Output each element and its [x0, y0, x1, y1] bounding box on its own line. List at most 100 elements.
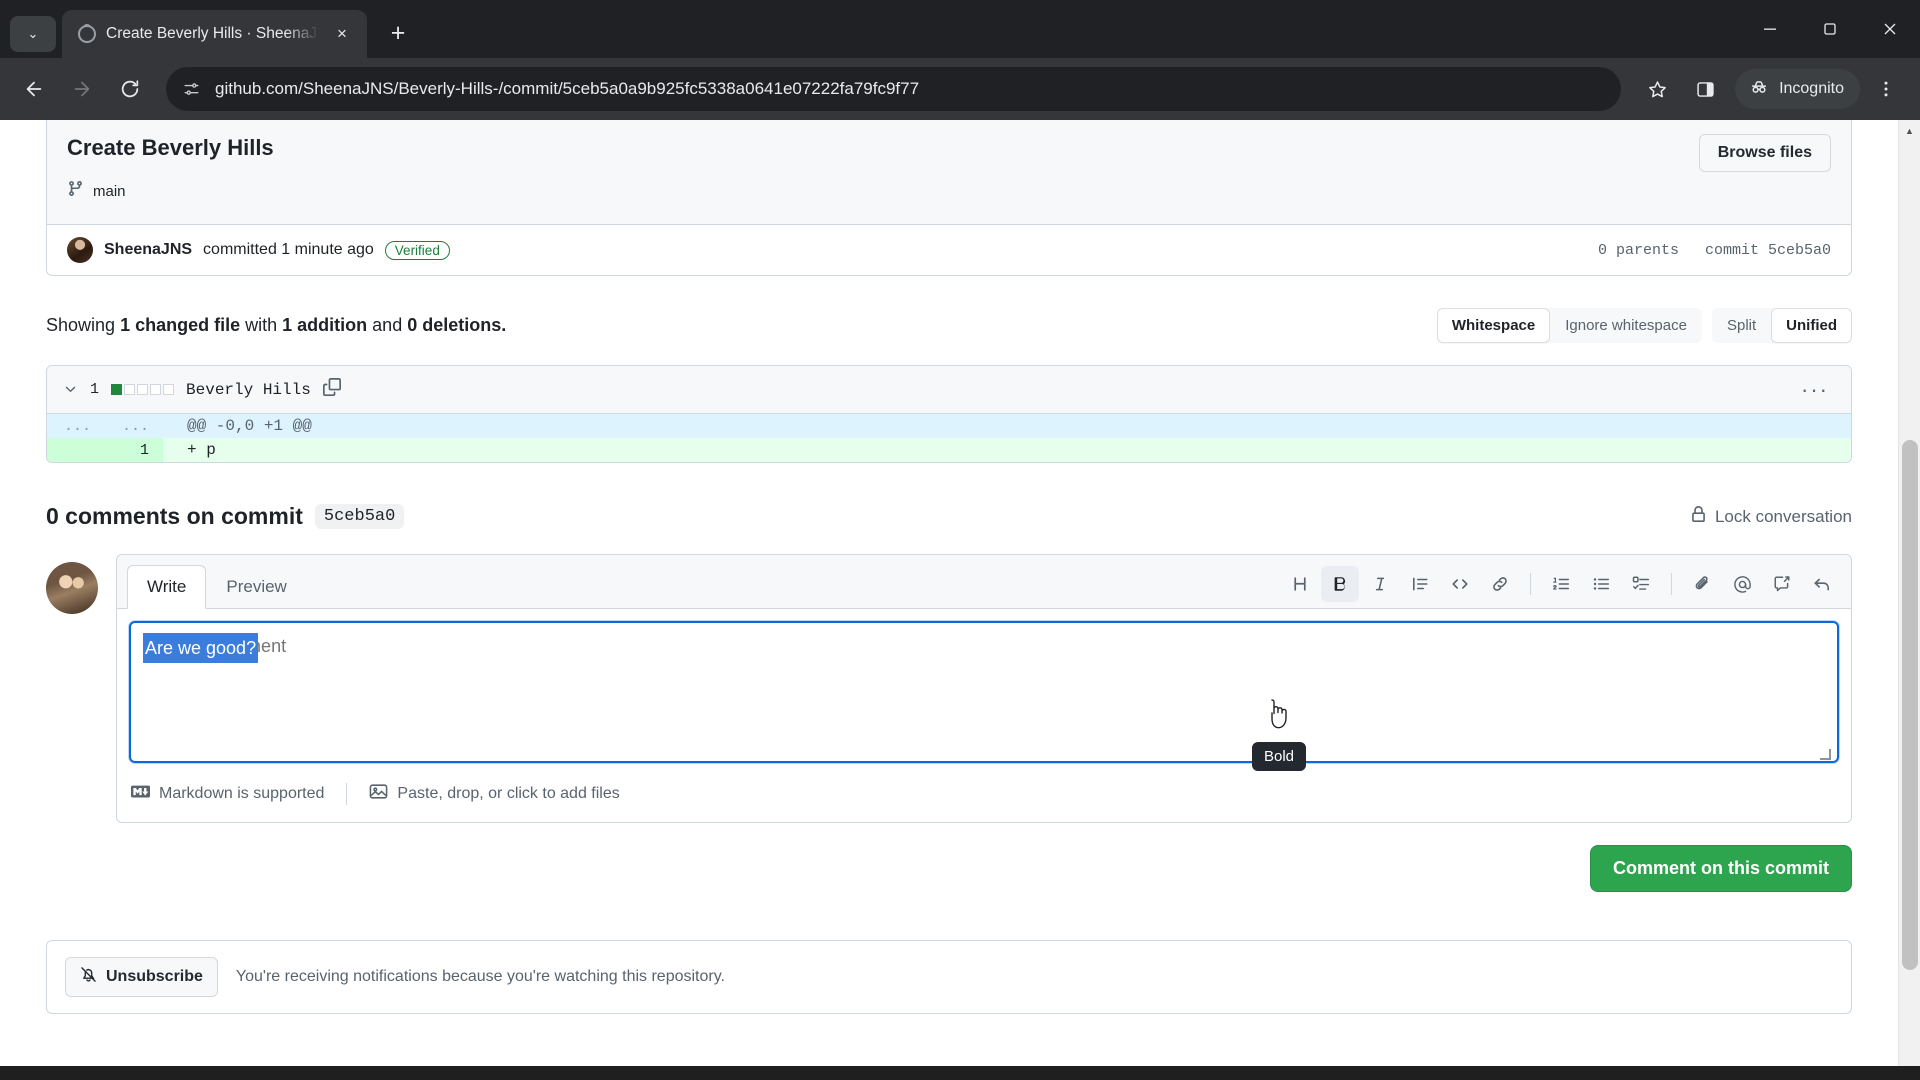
back-button[interactable] [12, 67, 56, 111]
italic-icon[interactable] [1361, 566, 1399, 602]
incognito-icon [1748, 76, 1770, 103]
commit-head: Create Beverly Hills Browse files main [47, 120, 1851, 224]
hunk-old-line: ... [47, 414, 105, 438]
branch-row[interactable]: main [67, 172, 1831, 216]
tab-preview[interactable]: Preview [206, 565, 306, 609]
close-icon[interactable] [1860, 0, 1920, 58]
page-scrollbar[interactable]: ▲ ▼ [1898, 120, 1920, 1080]
mention-icon[interactable] [1723, 566, 1761, 602]
minimize-icon[interactable] [1740, 0, 1800, 58]
branch-icon [67, 180, 84, 202]
kebab-menu-icon[interactable]: ··· [1795, 378, 1835, 400]
maximize-icon[interactable] [1800, 0, 1860, 58]
diff-addition-row: 1 + p [47, 438, 1851, 462]
star-icon[interactable] [1635, 67, 1679, 111]
scroll-up-arrow[interactable]: ▲ [1899, 120, 1920, 142]
three-dot-menu-icon[interactable] [1864, 67, 1908, 111]
browse-files-button[interactable]: Browse files [1698, 134, 1831, 172]
toolbar-divider [1671, 573, 1672, 595]
comment-textarea[interactable] [129, 621, 1839, 763]
verified-badge[interactable]: Verified [384, 240, 450, 260]
current-user-avatar[interactable] [46, 562, 98, 614]
changed-files-count: 1 changed file [120, 315, 241, 335]
quote-icon[interactable] [1401, 566, 1439, 602]
ignore-whitespace-button[interactable]: Ignore whitespace [1550, 308, 1702, 343]
window-bottom-edge [0, 1066, 1920, 1080]
code-icon[interactable] [1441, 566, 1479, 602]
link-icon[interactable] [1481, 566, 1519, 602]
split-view-button[interactable]: Split [1712, 308, 1771, 343]
copy-path-icon[interactable] [322, 378, 341, 401]
editor-tab-bar: Write Preview [117, 555, 1851, 609]
tab-strip: ⌄ Create Beverly Hills · SheenaJNS × + [0, 0, 1920, 58]
forward-button[interactable] [60, 67, 104, 111]
markdown-toolbar [1281, 566, 1841, 608]
diff-summary-text: Showing 1 changed file with 1 addition a… [46, 315, 506, 336]
github-favicon [78, 24, 96, 43]
whitespace-toggle-group: Whitespace Ignore whitespace [1436, 308, 1702, 343]
reload-button[interactable] [108, 67, 152, 111]
browser-window: ⌄ Create Beverly Hills · SheenaJNS × + g… [0, 0, 1920, 1080]
incognito-profile-chip[interactable]: Incognito [1735, 69, 1860, 109]
file-diff-header: 1 Beverly Hills ··· [47, 366, 1851, 414]
commit-header-box: Create Beverly Hills Browse files main S… [46, 120, 1852, 276]
address-bar[interactable]: github.com/SheenaJNS/Beverly-Hills-/comm… [166, 67, 1622, 111]
parents-count: 0 parents [1597, 241, 1679, 259]
comments-count-text: 0 comments on commit [46, 503, 303, 529]
submit-row: Comment on this commit [46, 845, 1852, 892]
unsubscribe-label: Unsubscribe [106, 968, 203, 985]
comment-on-commit-button[interactable]: Comment on this commit [1589, 845, 1852, 892]
page-viewport: Create Beverly Hills Browse files main S… [0, 120, 1920, 1080]
lock-conversation-button[interactable]: Lock conversation [1690, 505, 1852, 528]
chevron-down-icon[interactable] [63, 381, 78, 399]
browser-tab-active[interactable]: Create Beverly Hills · SheenaJNS × [62, 10, 367, 58]
comment-editor-area: Write Preview Leave a comment Are we goo… [46, 554, 1852, 823]
showing-prefix: Showing [46, 315, 116, 335]
new-tab-button[interactable]: + [381, 16, 415, 50]
unified-view-button[interactable]: Unified [1771, 308, 1852, 343]
file-name[interactable]: Beverly Hills [186, 381, 311, 399]
comments-sha-chip[interactable]: 5ceb5a0 [314, 504, 405, 529]
diff-view-toggle-group: Split Unified [1711, 308, 1852, 343]
addition-code: + p [163, 438, 1851, 462]
attach-files-icon[interactable] [1683, 566, 1721, 602]
attach-files-hint[interactable]: Paste, drop, or click to add files [369, 782, 641, 806]
diffstat-squares [111, 384, 175, 395]
bold-icon[interactable] [1321, 566, 1359, 602]
commit-meta-row: SheenaJNS committed 1 minute ago Verifie… [47, 224, 1851, 275]
editor-tabs: Write Preview [127, 565, 307, 609]
markdown-supported-hint[interactable]: Markdown is supported [131, 782, 346, 806]
unordered-list-icon[interactable] [1582, 566, 1620, 602]
commit-time: committed 1 minute ago [203, 241, 374, 258]
task-list-icon[interactable] [1622, 566, 1660, 602]
ordered-list-icon[interactable] [1542, 566, 1580, 602]
notification-box: Unsubscribe You're receiving notificatio… [46, 940, 1852, 1014]
scrollbar-thumb[interactable] [1902, 440, 1918, 970]
browser-toolbar: github.com/SheenaJNS/Beverly-Hills-/comm… [0, 58, 1920, 120]
addition-new-line: 1 [105, 438, 163, 462]
heading-icon[interactable] [1281, 566, 1319, 602]
saved-replies-icon[interactable] [1763, 566, 1801, 602]
addition-old-line [47, 438, 105, 462]
side-panel-icon[interactable] [1683, 67, 1727, 111]
textarea-resize-handle[interactable] [1820, 749, 1831, 760]
lock-icon [1690, 505, 1707, 528]
and-text: and [372, 315, 403, 335]
unsubscribe-button[interactable]: Unsubscribe [65, 957, 218, 997]
hunk-header-code: @@ -0,0 +1 @@ [163, 414, 1851, 438]
comment-editor-card: Write Preview Leave a comment Are we goo… [116, 554, 1852, 823]
toolbar-divider [1530, 573, 1531, 595]
close-icon[interactable]: × [329, 21, 355, 47]
diff-table: ... ... @@ -0,0 +1 @@ 1 + p [47, 414, 1851, 462]
tab-search-button[interactable]: ⌄ [10, 16, 56, 52]
author-avatar[interactable] [67, 237, 93, 263]
tab-write[interactable]: Write [127, 565, 207, 609]
chevron-down-icon: ⌄ [27, 26, 39, 41]
with-text: with [245, 315, 278, 335]
reply-icon[interactable] [1803, 566, 1841, 602]
page-settings-icon[interactable] [182, 80, 201, 99]
diff-hunk-row: ... ... @@ -0,0 +1 @@ [47, 414, 1851, 438]
whitespace-button[interactable]: Whitespace [1436, 308, 1551, 343]
commit-author[interactable]: SheenaJNS [104, 241, 192, 259]
commit-sha[interactable]: commit 5ceb5a0 [1705, 242, 1831, 259]
